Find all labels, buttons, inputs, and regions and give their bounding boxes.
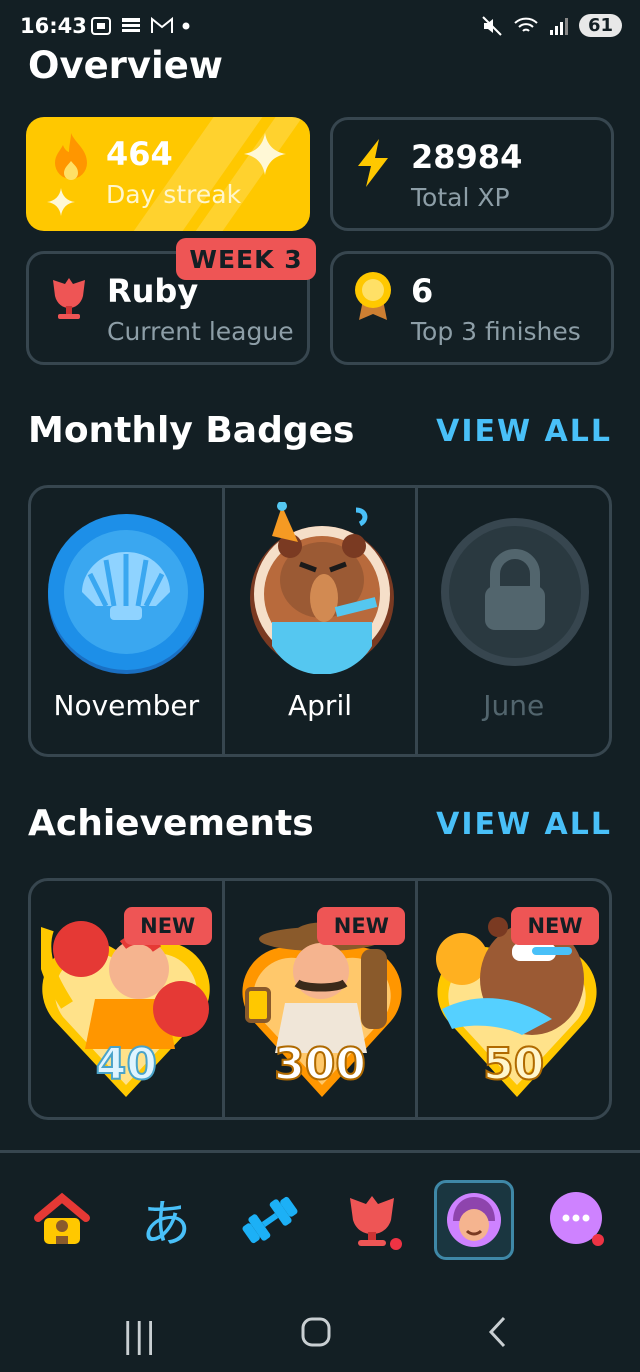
- shell-badge-icon: [48, 514, 204, 674]
- new-badge: NEW: [317, 907, 406, 945]
- battery-level: 61: [578, 14, 622, 37]
- achievement-value: 50: [482, 1038, 545, 1091]
- new-badge: NEW: [511, 907, 600, 945]
- achievement-bear[interactable]: NEW 50: [418, 881, 609, 1117]
- status-time: 16:43: [20, 14, 87, 38]
- tab-practice[interactable]: [230, 1180, 310, 1260]
- streak-card[interactable]: 464 Day streak: [26, 117, 310, 231]
- more-icon: [550, 1192, 604, 1246]
- system-icons: 61: [481, 14, 622, 37]
- xp-label: Total XP: [411, 183, 510, 212]
- home-icon: [34, 1192, 90, 1244]
- mail-icon: [151, 16, 173, 33]
- new-badge: NEW: [123, 907, 212, 945]
- home-nav-icon[interactable]: [300, 1314, 332, 1359]
- news-icon: [122, 18, 140, 32]
- streak-label: Day streak: [106, 180, 242, 209]
- tabbar-divider: [0, 1150, 640, 1153]
- league-label: Current league: [107, 317, 294, 346]
- tab-leagues[interactable]: [332, 1180, 412, 1260]
- recent-apps-icon[interactable]: |||: [122, 1316, 156, 1356]
- top3-label: Top 3 finishes: [411, 317, 581, 346]
- mute-icon: [482, 15, 502, 36]
- monthly-badges-panel: November April June: [28, 485, 612, 757]
- achievements-title: Achievements: [28, 803, 314, 844]
- xp-card[interactable]: 28984 Total XP: [330, 117, 614, 231]
- wifi-icon: [514, 17, 538, 32]
- achievements-view-all[interactable]: VIEW ALL: [436, 807, 612, 842]
- week-badge: WEEK 3: [176, 238, 316, 280]
- back-icon[interactable]: [486, 1314, 510, 1359]
- badge-label: April: [288, 689, 352, 722]
- page-title: Overview: [28, 44, 223, 87]
- lock-icon: [441, 518, 590, 666]
- tab-characters[interactable]: あ: [126, 1180, 206, 1260]
- top3-card[interactable]: 6 Top 3 finishes: [330, 251, 614, 365]
- medal-icon: [355, 272, 391, 320]
- tab-profile[interactable]: [434, 1180, 514, 1260]
- bottom-tab-bar: あ: [0, 1180, 640, 1264]
- ruby-league-icon: [350, 1196, 402, 1250]
- dot-icon: [182, 22, 190, 30]
- tab-more[interactable]: [538, 1180, 618, 1260]
- ruby-league-icon: [53, 278, 85, 319]
- achievement-boxer[interactable]: NEW 40: [31, 881, 225, 1117]
- sparkle-small-icon: [47, 188, 75, 216]
- badge-june[interactable]: June: [418, 488, 609, 754]
- tab-home[interactable]: [22, 1180, 102, 1260]
- achievement-value: 40: [95, 1038, 158, 1091]
- badge-label: November: [53, 689, 200, 722]
- lightning-icon: [358, 139, 388, 187]
- badge-label: June: [483, 689, 545, 722]
- achievement-explorer[interactable]: NEW 300: [225, 881, 419, 1117]
- top3-value: 6: [411, 272, 434, 310]
- notification-icons: [90, 16, 190, 36]
- monthly-badges-title: Monthly Badges: [28, 410, 355, 451]
- monthly-badges-view-all[interactable]: VIEW ALL: [436, 414, 612, 449]
- dumbbell-icon: [242, 1196, 298, 1244]
- xp-value: 28984: [411, 138, 523, 176]
- achievement-value: 300: [273, 1038, 367, 1091]
- screenshot-icon: [91, 17, 111, 35]
- achievements-panel: NEW 40 NEW 300 NEW 50: [28, 878, 612, 1120]
- sparkle-icon: [244, 133, 286, 175]
- flame-icon: [55, 133, 87, 180]
- signal-icon: [549, 17, 568, 35]
- system-navigation-bar: |||: [0, 1300, 640, 1372]
- badge-november[interactable]: November: [31, 488, 225, 754]
- party-bear-badge-icon: [249, 502, 394, 674]
- avatar-icon: [447, 1193, 501, 1247]
- hiragana-icon: あ: [141, 1195, 191, 1253]
- streak-value: 464: [106, 135, 173, 173]
- badge-april[interactable]: April: [225, 488, 419, 754]
